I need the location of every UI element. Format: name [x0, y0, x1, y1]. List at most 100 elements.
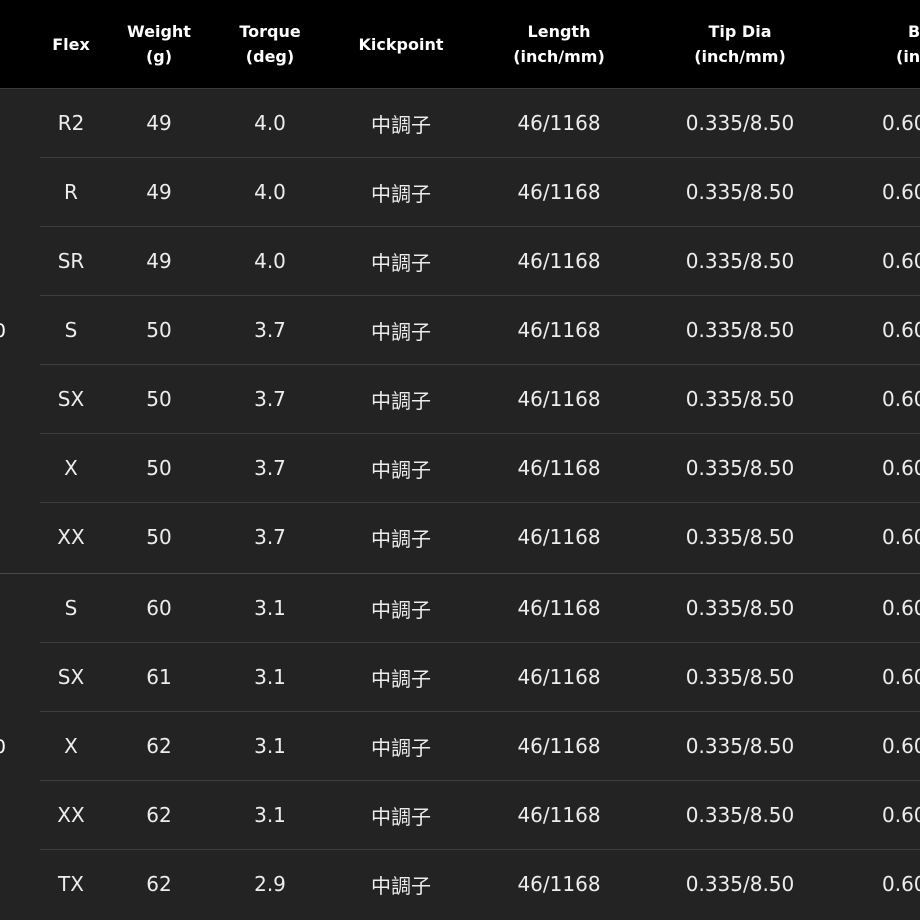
- header-length: Length (inch/mm): [513, 22, 605, 66]
- cell-kickpoint: 中調子: [371, 319, 431, 344]
- cell-weight: 50: [146, 318, 172, 342]
- cell-length: 46/1168: [517, 872, 601, 896]
- cell-kickpoint: 中調子: [371, 112, 431, 137]
- header-tip-dia: Tip Dia (inch/mm): [694, 22, 786, 66]
- cell-weight: 60: [146, 596, 172, 620]
- cell-butt: 0.60: [882, 525, 920, 549]
- cell-flex: XX: [57, 803, 85, 827]
- cell-butt: 0.60: [882, 249, 920, 273]
- cell-tip: 0.335/8.50: [685, 387, 795, 411]
- header-weight: Weight (g): [127, 22, 191, 66]
- cell-kickpoint: 中調子: [371, 457, 431, 482]
- cell-weight: 62: [146, 803, 172, 827]
- table-row: X 50 3.7 中調子 46/1168 0.335/8.50 0.60: [40, 434, 920, 503]
- cell-kickpoint: 中調子: [371, 804, 431, 829]
- cell-kickpoint: 中調子: [371, 597, 431, 622]
- cell-flex: SX: [57, 665, 85, 689]
- cell-torque: 3.7: [254, 387, 286, 411]
- cell-butt: 0.60: [882, 872, 920, 896]
- cell-torque: 4.0: [254, 249, 286, 273]
- cell-torque: 4.0: [254, 111, 286, 135]
- cell-tip: 0.335/8.50: [685, 249, 795, 273]
- cell-weight: 62: [146, 872, 172, 896]
- cell-torque: 3.7: [254, 525, 286, 549]
- table-row: R2 49 4.0 中調子 46/1168 0.335/8.50 0.60: [40, 89, 920, 158]
- cell-butt: 0.60: [882, 665, 920, 689]
- table-row: SX 61 3.1 中調子 46/1168 0.335/8.50 0.60: [40, 643, 920, 712]
- cell-kickpoint: 中調子: [371, 250, 431, 275]
- cell-kickpoint: 中調子: [371, 388, 431, 413]
- cell-length: 46/1168: [517, 803, 601, 827]
- cell-kickpoint: 中調子: [371, 666, 431, 691]
- cell-tip: 0.335/8.50: [685, 111, 795, 135]
- table-row: X 62 3.1 中調子 46/1168 0.335/8.50 0.60: [40, 712, 920, 781]
- cell-flex: X: [64, 456, 78, 480]
- cell-torque: 2.9: [254, 872, 286, 896]
- cell-tip: 0.335/8.50: [685, 456, 795, 480]
- cell-flex: SX: [57, 387, 85, 411]
- cell-flex: SR: [57, 249, 85, 273]
- cell-butt: 0.60: [882, 387, 920, 411]
- cell-length: 46/1168: [517, 456, 601, 480]
- cell-butt: 0.60: [882, 180, 920, 204]
- table-header-row: Flex Weight (g) Torque (deg) Kickpoint L…: [0, 0, 920, 89]
- table-row: SR 49 4.0 中調子 46/1168 0.335/8.50 0.60: [40, 227, 920, 296]
- cell-butt: 0.60: [882, 111, 920, 135]
- cell-flex: S: [64, 318, 78, 342]
- table-row: S 50 3.7 中調子 46/1168 0.335/8.50 0.60: [40, 296, 920, 365]
- table-row: XX 50 3.7 中調子 46/1168 0.335/8.50 0.60: [40, 503, 920, 572]
- cell-kickpoint: 中調子: [371, 735, 431, 760]
- cell-tip: 0.335/8.50: [685, 180, 795, 204]
- table-row: SX 50 3.7 中調子 46/1168 0.335/8.50 0.60: [40, 365, 920, 434]
- header-torque: Torque (deg): [239, 22, 301, 66]
- cell-length: 46/1168: [517, 180, 601, 204]
- cell-length: 46/1168: [517, 111, 601, 135]
- cell-flex: TX: [58, 872, 84, 896]
- cell-weight: 61: [146, 665, 172, 689]
- cell-weight: 62: [146, 734, 172, 758]
- cell-kickpoint: 中調子: [371, 873, 431, 898]
- cell-weight: 50: [146, 525, 172, 549]
- cell-flex: R: [64, 180, 78, 204]
- cell-butt: 0.60: [882, 596, 920, 620]
- cell-butt: 0.60: [882, 803, 920, 827]
- cell-flex: R2: [57, 111, 85, 135]
- cell-tip: 0.335/8.50: [685, 665, 795, 689]
- cell-flex: S: [64, 596, 78, 620]
- cell-weight: 49: [146, 180, 172, 204]
- cell-length: 46/1168: [517, 318, 601, 342]
- cell-length: 46/1168: [517, 665, 601, 689]
- spec-table: Flex Weight (g) Torque (deg) Kickpoint L…: [0, 0, 920, 920]
- group-label-2: 0: [0, 574, 40, 920]
- cell-torque: 4.0: [254, 180, 286, 204]
- cell-torque: 3.1: [254, 665, 286, 689]
- cell-length: 46/1168: [517, 249, 601, 273]
- cell-flex: X: [64, 734, 78, 758]
- cell-weight: 50: [146, 387, 172, 411]
- cell-kickpoint: 中調子: [371, 181, 431, 206]
- header-butt-dia: B (in: [896, 22, 920, 66]
- cell-length: 46/1168: [517, 734, 601, 758]
- cell-tip: 0.335/8.50: [685, 318, 795, 342]
- cell-tip: 0.335/8.50: [685, 596, 795, 620]
- table-row: S 60 3.1 中調子 46/1168 0.335/8.50 0.60: [40, 574, 920, 643]
- cell-tip: 0.335/8.50: [685, 525, 795, 549]
- cell-tip: 0.335/8.50: [685, 872, 795, 896]
- table-row: XX 62 3.1 中調子 46/1168 0.335/8.50 0.60: [40, 781, 920, 850]
- cell-flex: XX: [57, 525, 85, 549]
- cell-length: 46/1168: [517, 525, 601, 549]
- cell-torque: 3.1: [254, 596, 286, 620]
- cell-tip: 0.335/8.50: [685, 734, 795, 758]
- cell-butt: 0.60: [882, 734, 920, 758]
- group-label-1: 0: [0, 89, 40, 573]
- cell-weight: 49: [146, 249, 172, 273]
- cell-torque: 3.1: [254, 803, 286, 827]
- cell-kickpoint: 中調子: [371, 526, 431, 551]
- header-flex: Flex: [52, 34, 90, 54]
- cell-weight: 49: [146, 111, 172, 135]
- cell-weight: 50: [146, 456, 172, 480]
- table-row: R 49 4.0 中調子 46/1168 0.335/8.50 0.60: [40, 158, 920, 227]
- cell-length: 46/1168: [517, 387, 601, 411]
- cell-length: 46/1168: [517, 596, 601, 620]
- cell-torque: 3.7: [254, 318, 286, 342]
